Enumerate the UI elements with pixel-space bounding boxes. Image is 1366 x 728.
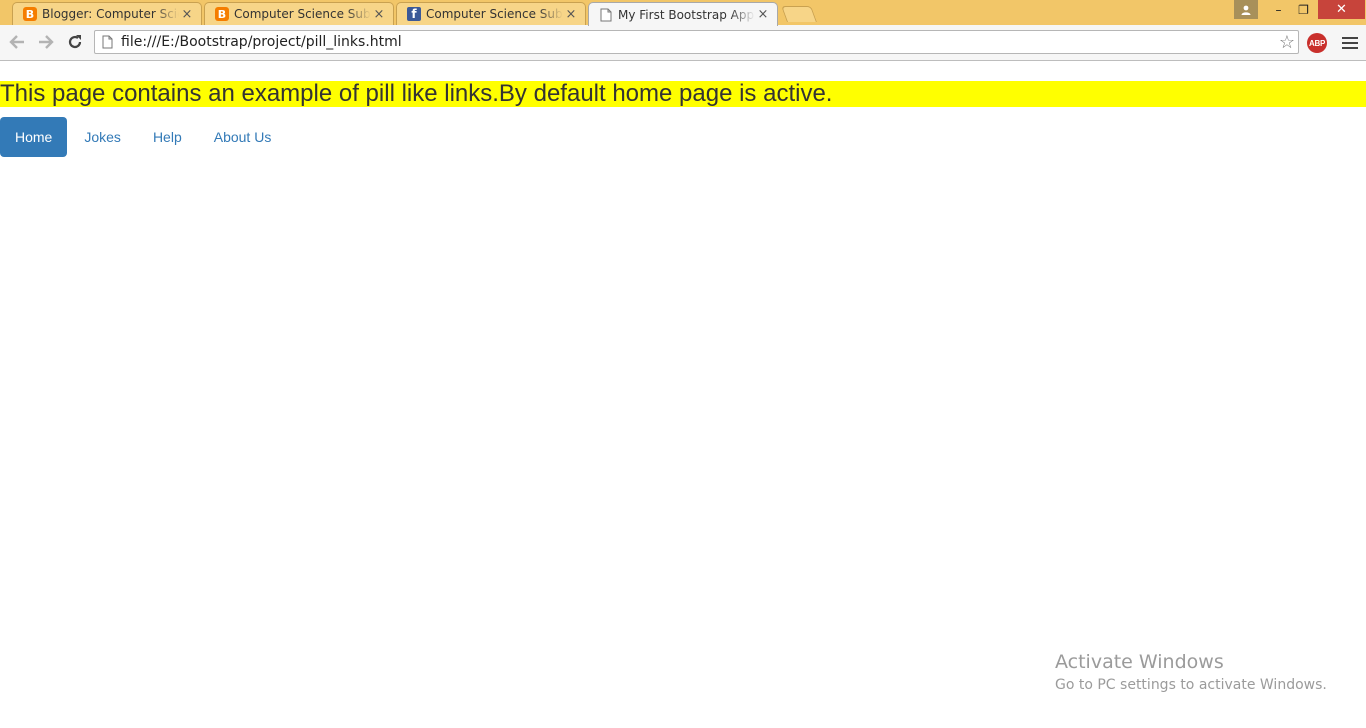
new-tab-button[interactable] — [781, 6, 817, 22]
browser-tab-active[interactable]: My First Bootstrap Application × — [588, 2, 778, 26]
forward-button[interactable] — [34, 31, 58, 53]
pill-jokes[interactable]: Jokes — [69, 117, 136, 157]
close-tab-icon[interactable]: × — [755, 7, 771, 22]
adblock-icon[interactable]: ABP — [1307, 33, 1327, 53]
close-tab-icon[interactable]: × — [179, 7, 195, 22]
reload-button[interactable] — [63, 31, 87, 53]
close-window-button[interactable]: ✕ — [1318, 0, 1365, 19]
blogger-icon: B — [23, 7, 37, 21]
close-tab-icon[interactable]: × — [371, 7, 387, 22]
tab-title: My First Bootstrap Application — [618, 7, 755, 22]
browser-tab-strip: B Blogger: Computer Science × B Computer… — [0, 0, 1366, 26]
close-tab-icon[interactable]: × — [563, 7, 579, 22]
watermark-subtitle: Go to PC settings to activate Windows. — [1055, 677, 1327, 693]
page-icon — [599, 8, 613, 22]
url-text[interactable]: file:///E:/Bootstrap/project/pill_links.… — [121, 33, 402, 51]
tab-title: Computer Science Subjects — [234, 7, 371, 21]
reload-icon — [68, 35, 82, 49]
pill-home[interactable]: Home — [0, 117, 68, 157]
blogger-icon: B — [215, 7, 229, 21]
maximize-button[interactable]: ❐ — [1291, 0, 1316, 19]
browser-tab[interactable]: B Computer Science Subjects × — [204, 2, 394, 25]
bookmark-star-icon[interactable]: ☆ — [1279, 32, 1295, 52]
profile-icon[interactable] — [1234, 0, 1258, 19]
pill-nav: Home Jokes Help About Us — [0, 117, 288, 157]
forward-arrow-icon — [39, 35, 54, 49]
browser-tab[interactable]: f Computer Science Subjects × — [396, 2, 586, 25]
tab-title: Blogger: Computer Science — [42, 7, 179, 21]
tab-title: Computer Science Subjects — [426, 7, 563, 21]
pill-help[interactable]: Help — [138, 117, 197, 157]
page-banner: This page contains an example of pill li… — [0, 81, 1366, 107]
chrome-menu-icon[interactable] — [1342, 35, 1358, 51]
facebook-icon: f — [407, 7, 421, 21]
address-bar[interactable]: file:///E:/Bootstrap/project/pill_links.… — [94, 30, 1299, 54]
back-button[interactable] — [5, 31, 29, 53]
watermark-title: Activate Windows — [1055, 651, 1224, 673]
back-arrow-icon — [9, 35, 24, 49]
browser-toolbar: file:///E:/Bootstrap/project/pill_links.… — [0, 25, 1366, 61]
minimize-button[interactable]: – — [1266, 0, 1291, 19]
browser-tab[interactable]: B Blogger: Computer Science × — [12, 2, 202, 25]
activate-windows-watermark: Activate Windows Go to PC settings to ac… — [1055, 650, 1327, 696]
page-icon — [102, 35, 113, 54]
pill-about-us[interactable]: About Us — [199, 117, 287, 157]
